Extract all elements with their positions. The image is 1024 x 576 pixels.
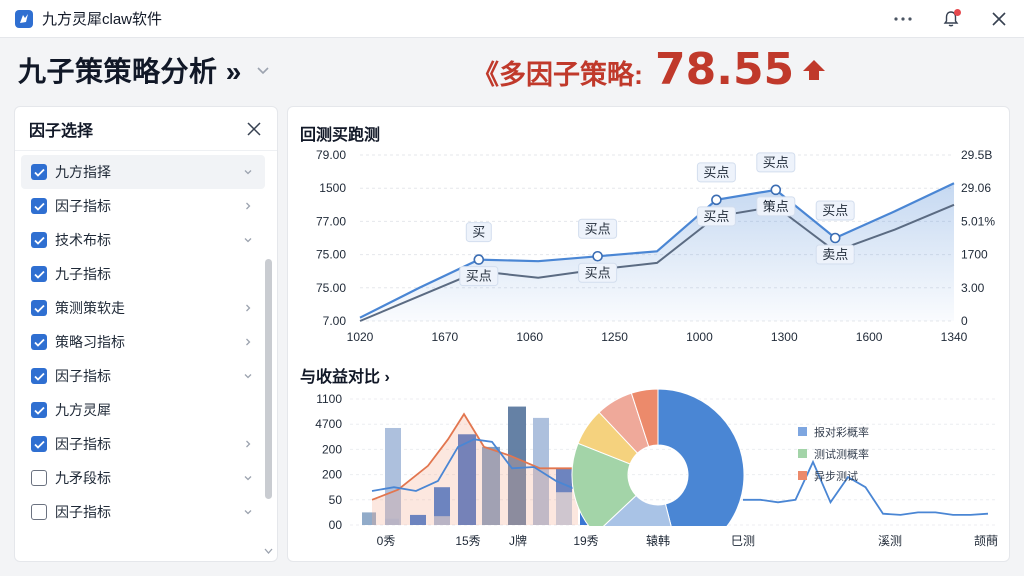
factor-item[interactable]: 因子指标 — [21, 495, 265, 529]
y-tick-label: 00 — [329, 518, 343, 532]
factor-label: 九矛段标 — [55, 470, 111, 486]
check-icon — [33, 338, 45, 347]
x-tick-label: 19秀 — [573, 534, 598, 548]
app-logo-icon — [15, 9, 33, 28]
factor-item[interactable]: 九方指择 — [21, 155, 265, 189]
legend-swatch — [798, 449, 807, 458]
window-title: 九方灵犀claw软件 — [42, 11, 163, 28]
chevron-right-icon[interactable] — [243, 303, 253, 313]
factor-label: 因子指标 — [55, 368, 111, 384]
factor-checkbox[interactable] — [31, 334, 47, 350]
factor-item[interactable]: 因子指标 — [21, 427, 265, 461]
x-tick-label: 溪测 — [878, 534, 902, 548]
x-tick-label: 巳测 — [731, 534, 755, 548]
x-tick-label: 颉蔄 — [974, 534, 998, 548]
factor-checkbox[interactable] — [31, 198, 47, 214]
factor-label: 九方灵犀 — [55, 402, 111, 418]
factor-item[interactable]: 技术布标 — [21, 223, 265, 257]
check-icon — [33, 304, 45, 313]
legend-label: 测试测概率 — [814, 447, 869, 461]
factor-item[interactable]: 九矛段标 — [21, 461, 265, 495]
legend-label: 异步测试 — [814, 470, 858, 483]
notification-badge — [954, 9, 961, 16]
more-icon — [894, 17, 912, 21]
chevron-down-icon[interactable] — [243, 167, 253, 177]
x-tick-label: 辕韩 — [646, 533, 670, 548]
x-tick-label: J牌 — [509, 534, 527, 548]
close-icon[interactable] — [245, 120, 263, 138]
charts-panel: 回测买跑测 79.00 1500 77.00 75.00 75.00 7.00 29.5B 2… — [287, 106, 1010, 562]
factor-item[interactable]: 因子指标 — [21, 359, 265, 393]
check-icon — [33, 202, 45, 211]
check-icon — [33, 440, 45, 449]
check-icon — [33, 168, 45, 177]
chevron-right-icon[interactable] — [243, 439, 253, 449]
y-tick-label: 50 — [329, 493, 343, 507]
factor-panel: 因子选择 九方指择 因子指标 技术布标 九子指标 策测策软走 策略习指标 因子指标 九方灵犀因… — [14, 106, 278, 562]
factor-label: 九子指标 — [55, 266, 111, 282]
factor-checkbox[interactable] — [31, 368, 47, 384]
factor-checkbox[interactable] — [31, 164, 47, 180]
close-window-button[interactable] — [988, 8, 1010, 30]
factor-label: 因子指标 — [55, 436, 111, 452]
score-label: 《多因子策略: — [472, 60, 643, 90]
scrollbar-thumb[interactable] — [265, 259, 272, 499]
factor-label: 策测策软走 — [55, 300, 125, 316]
factor-panel-header: 因子选择 — [15, 107, 277, 151]
chevron-down-icon[interactable] — [243, 473, 253, 483]
check-icon — [33, 236, 45, 245]
notification-button[interactable] — [940, 8, 962, 30]
chevron-right-icon[interactable] — [243, 201, 253, 211]
factor-label: 策略习指标 — [55, 334, 125, 350]
chevron-right-icon[interactable] — [243, 337, 253, 347]
factor-checkbox[interactable] — [31, 504, 47, 520]
score-value: 78.55 — [655, 44, 795, 95]
factor-checkbox[interactable] — [31, 470, 47, 486]
series-line-blue-tail — [743, 459, 989, 516]
factor-item[interactable]: 九方灵犀 — [21, 393, 265, 427]
factor-label: 因子指标 — [55, 504, 111, 520]
check-icon — [33, 270, 45, 279]
y-tick-label: 200 — [322, 468, 342, 482]
factor-checkbox[interactable] — [31, 300, 47, 316]
returns-combo-chart: 1100470020020050000秀15秀J牌19秀辕韩巳测溪测颉蔄19秀辕… — [315, 388, 998, 561]
legend-swatch — [798, 427, 807, 436]
legend-swatch — [798, 471, 807, 480]
factor-item[interactable]: 因子指标 — [21, 189, 265, 223]
x-tick-label: 0秀 — [377, 534, 396, 548]
factor-checkbox[interactable] — [31, 402, 47, 418]
chevron-down-icon[interactable] — [243, 507, 253, 517]
y-tick-label: 4700 — [315, 417, 342, 431]
chevron-down-icon[interactable] — [243, 371, 253, 381]
scroll-down-icon[interactable] — [264, 548, 273, 555]
x-tick-label: 15秀 — [455, 534, 480, 548]
legend-label: 报对彩概率 — [814, 425, 869, 439]
close-icon — [992, 12, 1006, 26]
check-icon — [33, 372, 45, 381]
chevron-down-icon[interactable] — [256, 63, 270, 77]
page-title-group: 九子策策略分析 » — [18, 50, 270, 90]
strategy-score: 《多因子策略: 78.55 — [472, 44, 826, 95]
factor-checkbox[interactable] — [31, 266, 47, 282]
factor-panel-title: 因子选择 — [29, 122, 94, 140]
factor-checkbox[interactable] — [31, 232, 47, 248]
factor-label: 因子指标 — [55, 198, 111, 214]
y-tick-label: 200 — [322, 442, 342, 456]
y-tick-label: 1100 — [316, 392, 342, 406]
factor-item[interactable]: 策略习指标 — [21, 325, 265, 359]
more-button[interactable] — [892, 8, 914, 30]
factor-item[interactable]: 策测策软走 — [21, 291, 265, 325]
title-bar: 九方灵犀claw软件 — [0, 0, 1024, 38]
page-title: 九子策策略分析 » — [18, 56, 242, 87]
check-icon — [33, 406, 45, 415]
chevron-down-icon[interactable] — [243, 235, 253, 245]
factor-label: 技术布标 — [55, 232, 111, 248]
factor-label: 九方指择 — [55, 164, 111, 180]
arrow-up-icon — [803, 59, 826, 80]
factor-item[interactable]: 九子指标 — [21, 257, 265, 291]
factor-checkbox[interactable] — [31, 436, 47, 452]
factor-list: 九方指择 因子指标 技术布标 九子指标 策测策软走 策略习指标 因子指标 九方灵犀 因子指标 九矛… — [21, 155, 265, 529]
